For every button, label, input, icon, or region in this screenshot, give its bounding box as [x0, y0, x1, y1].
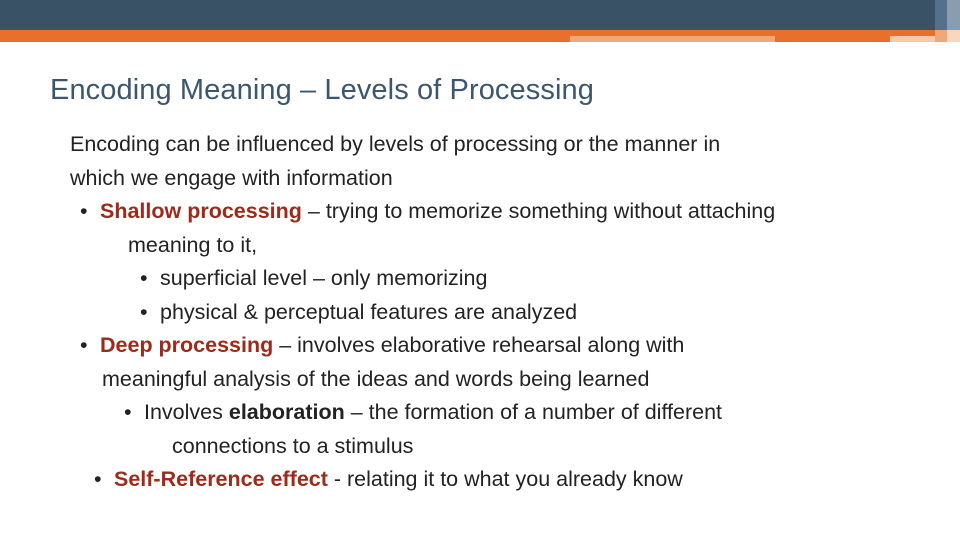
list-item: • Involves elaboration – the formation o… [52, 396, 938, 463]
list-item: • Deep processing – involves elaborative… [52, 329, 938, 396]
bullet-text: superficial level – only memorizing [160, 266, 488, 291]
bullet-text: Shallow processing – trying to memorize … [100, 195, 938, 229]
slide-title: Encoding Meaning – Levels of Processing [50, 74, 594, 106]
bullet-body: Involves [144, 400, 229, 425]
accent-bar-tint [570, 36, 775, 42]
bullet-text: physical & perceptual features are analy… [160, 299, 578, 324]
bullet-body: - relating it to what you already know [327, 467, 683, 492]
bullet-dot-icon: • [124, 400, 132, 425]
bullet-dot-icon: • [80, 333, 88, 358]
bullet-dot-icon: • [94, 467, 102, 492]
bullet-text: Involves elaboration – the formation of … [144, 396, 938, 430]
accent-bar-right-tint [935, 30, 947, 42]
list-item: • superficial level – only memorizing [52, 262, 938, 296]
bullet-continuation: connections to a stimulus [172, 433, 414, 458]
intro-paragraph: Encoding can be influenced by levels of … [52, 128, 938, 195]
header-band-dark [0, 0, 935, 30]
header-band-tint-lighter [947, 0, 960, 30]
intro-line-2: which we engage with information [70, 165, 393, 190]
bullet-body: – involves elaborative rehearsal along w… [273, 333, 685, 358]
accent-bar-right-pale [947, 30, 960, 42]
bullet-dot-icon: • [80, 199, 88, 224]
bullet-continuation: meaningful analysis of the ideas and wor… [102, 366, 650, 391]
intro-line-1: Encoding can be influenced by levels of … [70, 132, 721, 156]
list-item: • Shallow processing – trying to memoriz… [52, 195, 938, 262]
bullet-text: Self-Reference effect - relating it to w… [114, 463, 938, 497]
list-item: • Self-Reference effect - relating it to… [52, 463, 938, 497]
bullet-body: – trying to memorize something without a… [301, 199, 776, 224]
header-band-tint-light [935, 0, 947, 30]
bullet-dot-icon: • [140, 266, 148, 291]
slide-body: Encoding can be influenced by levels of … [52, 128, 938, 497]
accent-bar-tertiary [775, 36, 890, 42]
bullet-body-after: – the formation of a number of different [344, 400, 723, 425]
bullet-text: Deep processing – involves elaborative r… [100, 329, 938, 363]
bullet-highlight: Self-Reference effect [114, 467, 328, 492]
bullet-emphasis: elaboration [228, 400, 345, 425]
list-item: • physical & perceptual features are ana… [52, 296, 938, 330]
bullet-dot-icon: • [140, 299, 148, 324]
accent-bar-pale [890, 36, 935, 42]
bullet-continuation: meaning to it, [128, 232, 258, 257]
accent-bar-primary [0, 30, 570, 42]
bullet-highlight: Shallow processing [100, 199, 302, 224]
bullet-highlight: Deep processing [100, 333, 274, 358]
